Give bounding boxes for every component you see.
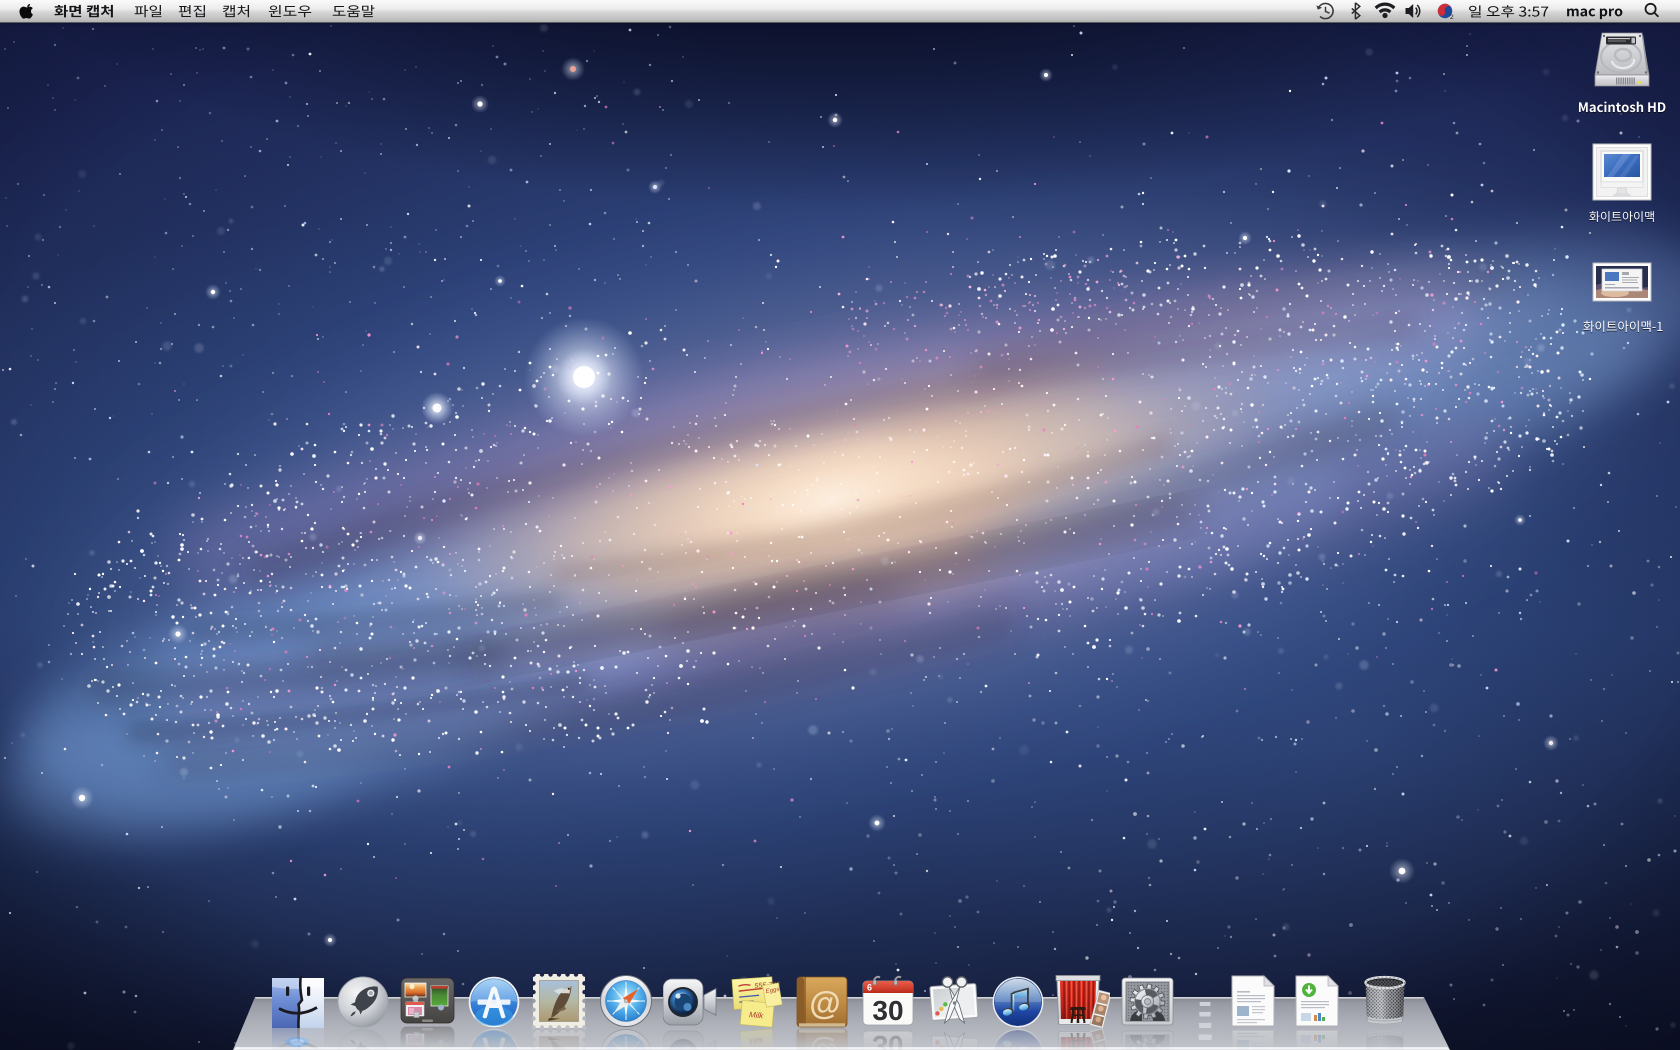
svg-text:6: 6 [867, 983, 872, 993]
svg-text:@: @ [809, 985, 840, 1021]
svg-text:Milk: Milk [749, 1010, 765, 1020]
svg-text:2: 2 [1450, 14, 1454, 21]
svg-text:30: 30 [872, 995, 903, 1026]
